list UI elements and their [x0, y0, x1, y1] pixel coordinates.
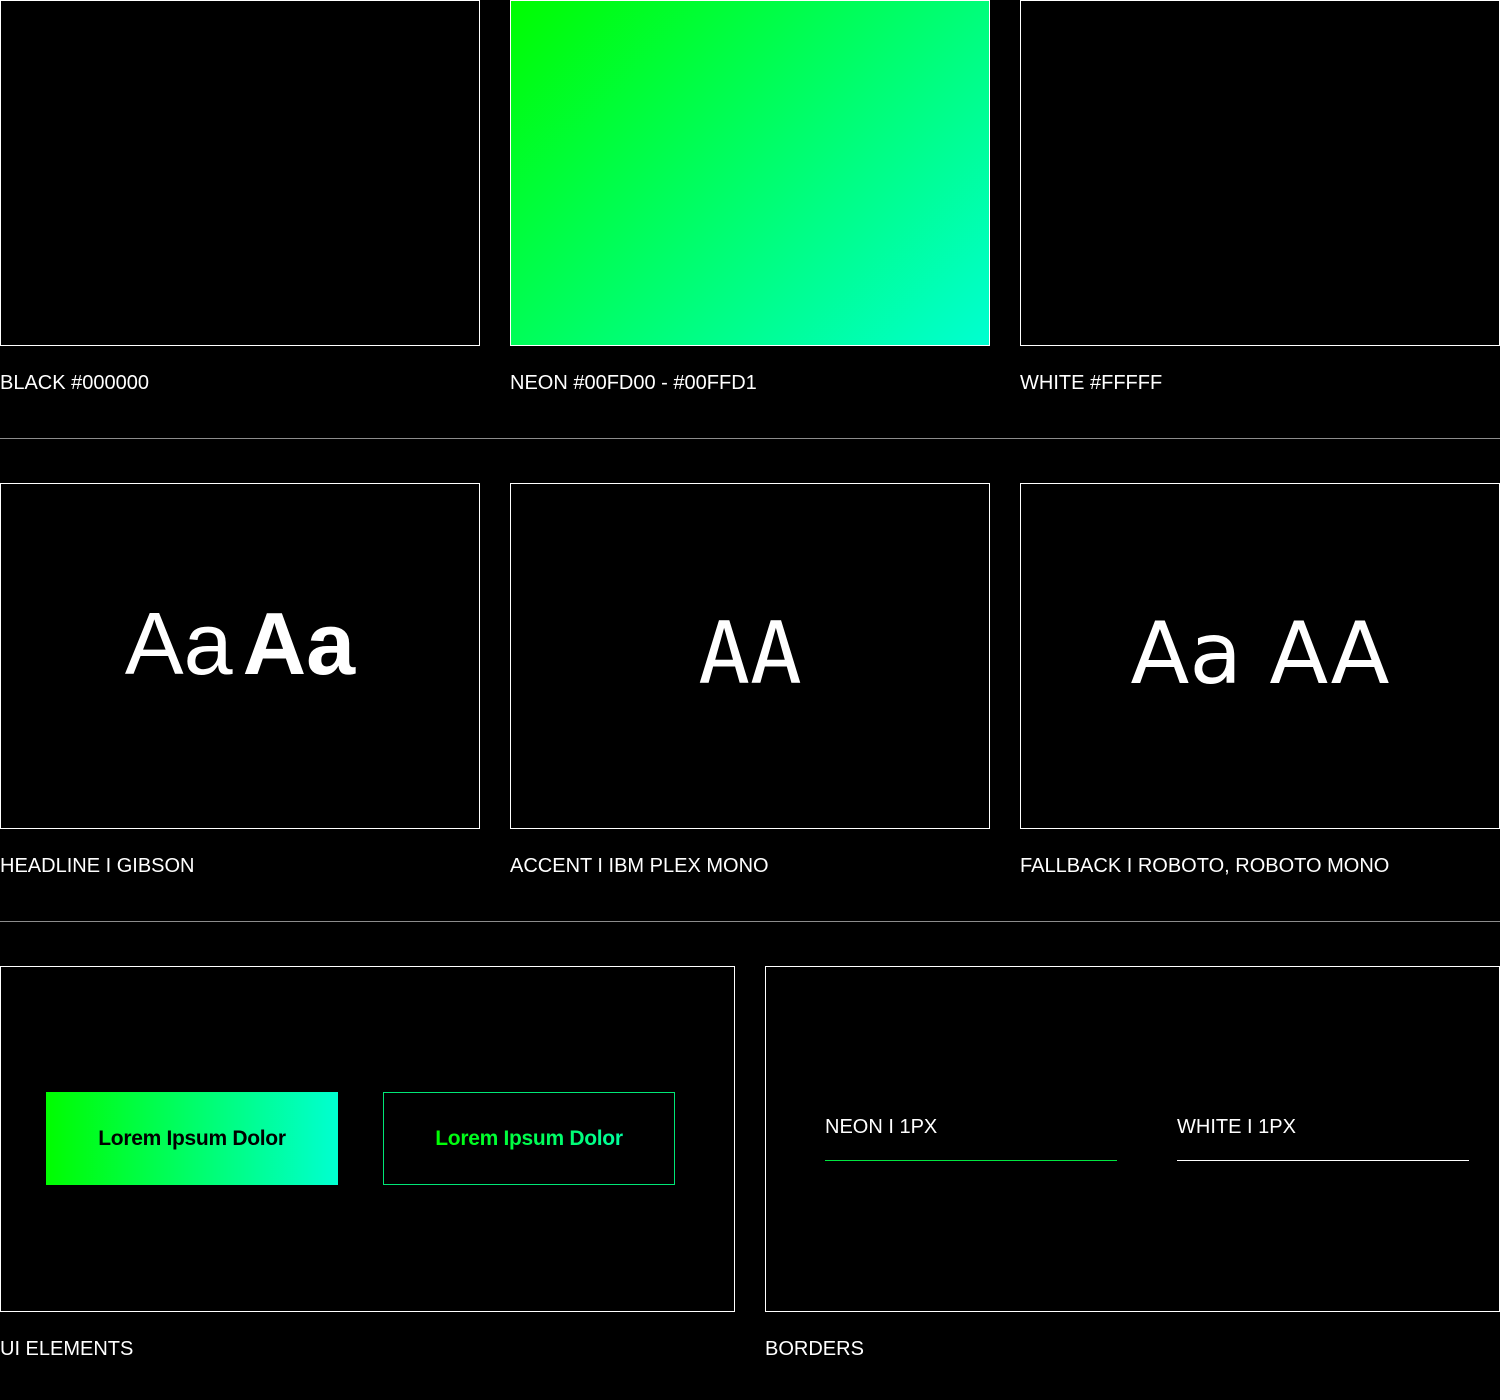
- white-color-swatch: [1020, 0, 1500, 346]
- accent-font-card: AA: [510, 483, 990, 829]
- section-divider: [0, 921, 1500, 922]
- section-divider: [0, 438, 1500, 439]
- headline-font-label: HEADLINE I GIBSON: [0, 855, 195, 877]
- ui-elements-label: UI ELEMENTS: [0, 1338, 134, 1360]
- borders-label: BORDERS: [765, 1338, 864, 1360]
- outline-button-label: Lorem Ipsum Dolor: [435, 1126, 623, 1150]
- black-color-swatch: [0, 0, 480, 346]
- white-swatch-label: WHITE #FFFFF: [1020, 372, 1163, 394]
- filled-gradient-button[interactable]: Lorem Ipsum Dolor: [46, 1092, 338, 1185]
- headline-font-card: Aa Aa: [0, 483, 480, 829]
- headline-font-specimen: Aa Aa: [1, 584, 479, 704]
- black-swatch-label: BLACK #000000: [0, 372, 150, 394]
- neon-gradient-swatch: [510, 0, 990, 346]
- white-border-sample: [1177, 1160, 1469, 1161]
- neon-border-label: NEON I 1PX: [825, 1116, 938, 1138]
- neon-border-sample: [825, 1160, 1117, 1161]
- outline-neon-button[interactable]: Lorem Ipsum Dolor: [383, 1092, 675, 1185]
- headline-regular-specimen: Aa: [124, 594, 233, 693]
- neon-swatch-label: NEON #00FD00 - #00FFD1: [510, 372, 757, 394]
- headline-bold-specimen: Aa: [242, 594, 356, 693]
- fallback-font-label: FALLBACK I ROBOTO, ROBOTO MONO: [1020, 855, 1390, 877]
- white-border-label: WHITE I 1PX: [1177, 1116, 1296, 1138]
- ui-elements-card: Lorem Ipsum Dolor Lorem Ipsum Dolor: [0, 966, 735, 1312]
- fallback-font-specimen: Aa AA: [1130, 604, 1390, 704]
- borders-card: NEON I 1PX WHITE I 1PX: [765, 966, 1500, 1312]
- accent-font-specimen: AA: [698, 604, 802, 704]
- filled-button-label: Lorem Ipsum Dolor: [98, 1126, 286, 1150]
- fallback-font-card: Aa AA: [1020, 483, 1500, 829]
- accent-font-label: ACCENT I IBM PLEX MONO: [510, 855, 769, 877]
